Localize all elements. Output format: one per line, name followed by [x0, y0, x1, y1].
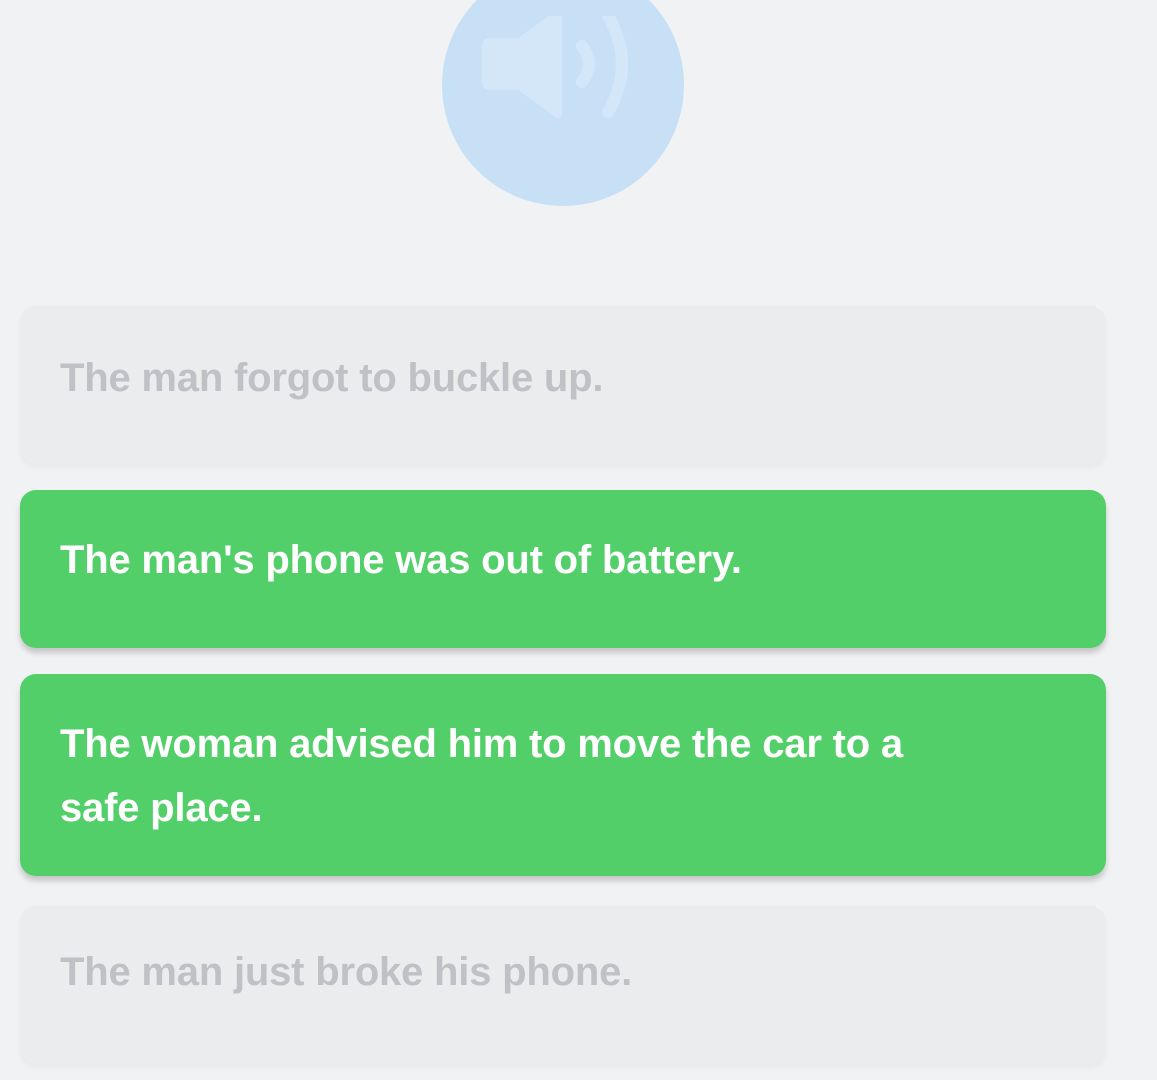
- option-4-label: The man just broke his phone.: [60, 950, 633, 994]
- option-2[interactable]: The man's phone was out of battery.: [20, 490, 1106, 648]
- speaker-icon: [482, 16, 628, 119]
- option-4[interactable]: The man just broke his phone.: [20, 906, 1106, 1064]
- option-1[interactable]: The man forgot to buckle up.: [20, 306, 1106, 464]
- play-audio-button[interactable]: [442, 0, 684, 206]
- option-2-label: The man's phone was out of battery.: [60, 538, 742, 582]
- option-1-label: The man forgot to buckle up.: [60, 356, 604, 400]
- option-3[interactable]: The woman advised him to move the car to…: [20, 674, 1106, 876]
- answer-options: The man forgot to buckle up. The man's p…: [20, 306, 1106, 1064]
- option-3-label: The woman advised him to move the car to…: [60, 722, 903, 830]
